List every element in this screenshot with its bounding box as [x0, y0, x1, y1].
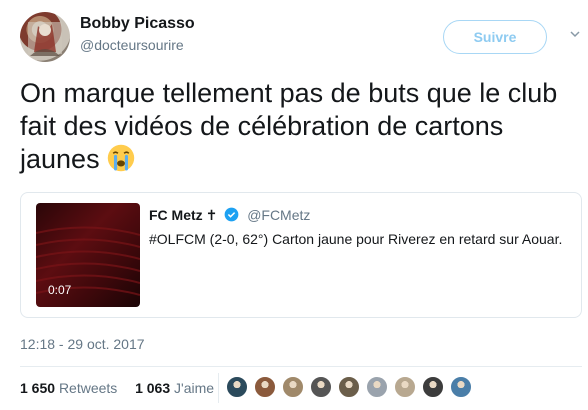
crying-face-emoji-icon [107, 144, 135, 172]
liker-avatar[interactable] [282, 376, 304, 398]
verified-badge-icon [224, 207, 239, 222]
video-duration: 0:07 [48, 283, 72, 297]
liker-avatar[interactable] [422, 376, 444, 398]
liker-avatar[interactable] [450, 376, 472, 398]
divider [20, 366, 582, 367]
quoted-author-suffix: ✝ [205, 207, 218, 223]
quoted-author[interactable]: FC Metz ✝ @FCMetz [149, 207, 310, 224]
follow-button[interactable]: Suivre [443, 20, 547, 54]
quoted-author-handle: @FCMetz [247, 207, 311, 223]
stats-divider [218, 373, 219, 403]
liker-avatar[interactable] [254, 376, 276, 398]
liker-avatar[interactable] [226, 376, 248, 398]
retweets-label: Retweets [58, 380, 118, 396]
tweet-header: Bobby Picasso @docteursourire Suivre [20, 12, 580, 62]
likes-stat[interactable]: 1 063 J'aime [135, 380, 214, 396]
avatar-image [28, 22, 62, 56]
chevron-down-icon[interactable] [569, 28, 581, 40]
liker-avatar[interactable] [310, 376, 332, 398]
tweet-body: On marque tellement pas de buts que le c… [20, 78, 558, 174]
retweets-count: 1 650 [20, 380, 56, 396]
quoted-tweet-text: #OLFCM (2-0, 62°) Carton jaune pour Rive… [149, 231, 563, 247]
liker-avatar[interactable] [394, 376, 416, 398]
tweet-timestamp[interactable]: 12:18 - 29 oct. 2017 [20, 336, 145, 352]
likes-count: 1 063 [135, 380, 171, 396]
quoted-tweet[interactable]: 0:07 FC Metz ✝ @FCMetz #OLFCM (2-0, 62°) … [20, 192, 582, 318]
liker-avatar[interactable] [366, 376, 388, 398]
quoted-author-name: FC Metz [149, 207, 203, 223]
author-avatar[interactable] [20, 12, 70, 62]
retweets-stat[interactable]: 1 650 Retweets [20, 380, 121, 396]
author-name[interactable]: Bobby Picasso [80, 15, 195, 33]
video-thumbnail[interactable]: 0:07 [36, 203, 140, 307]
likes-label: J'aime [174, 380, 215, 396]
author-handle[interactable]: @docteursourire [80, 37, 184, 53]
liker-avatar[interactable] [338, 376, 360, 398]
tweet-text: On marque tellement pas de buts que le c… [20, 77, 576, 176]
tweet-stats: 1 650 Retweets 1 063 J'aime [20, 380, 214, 396]
